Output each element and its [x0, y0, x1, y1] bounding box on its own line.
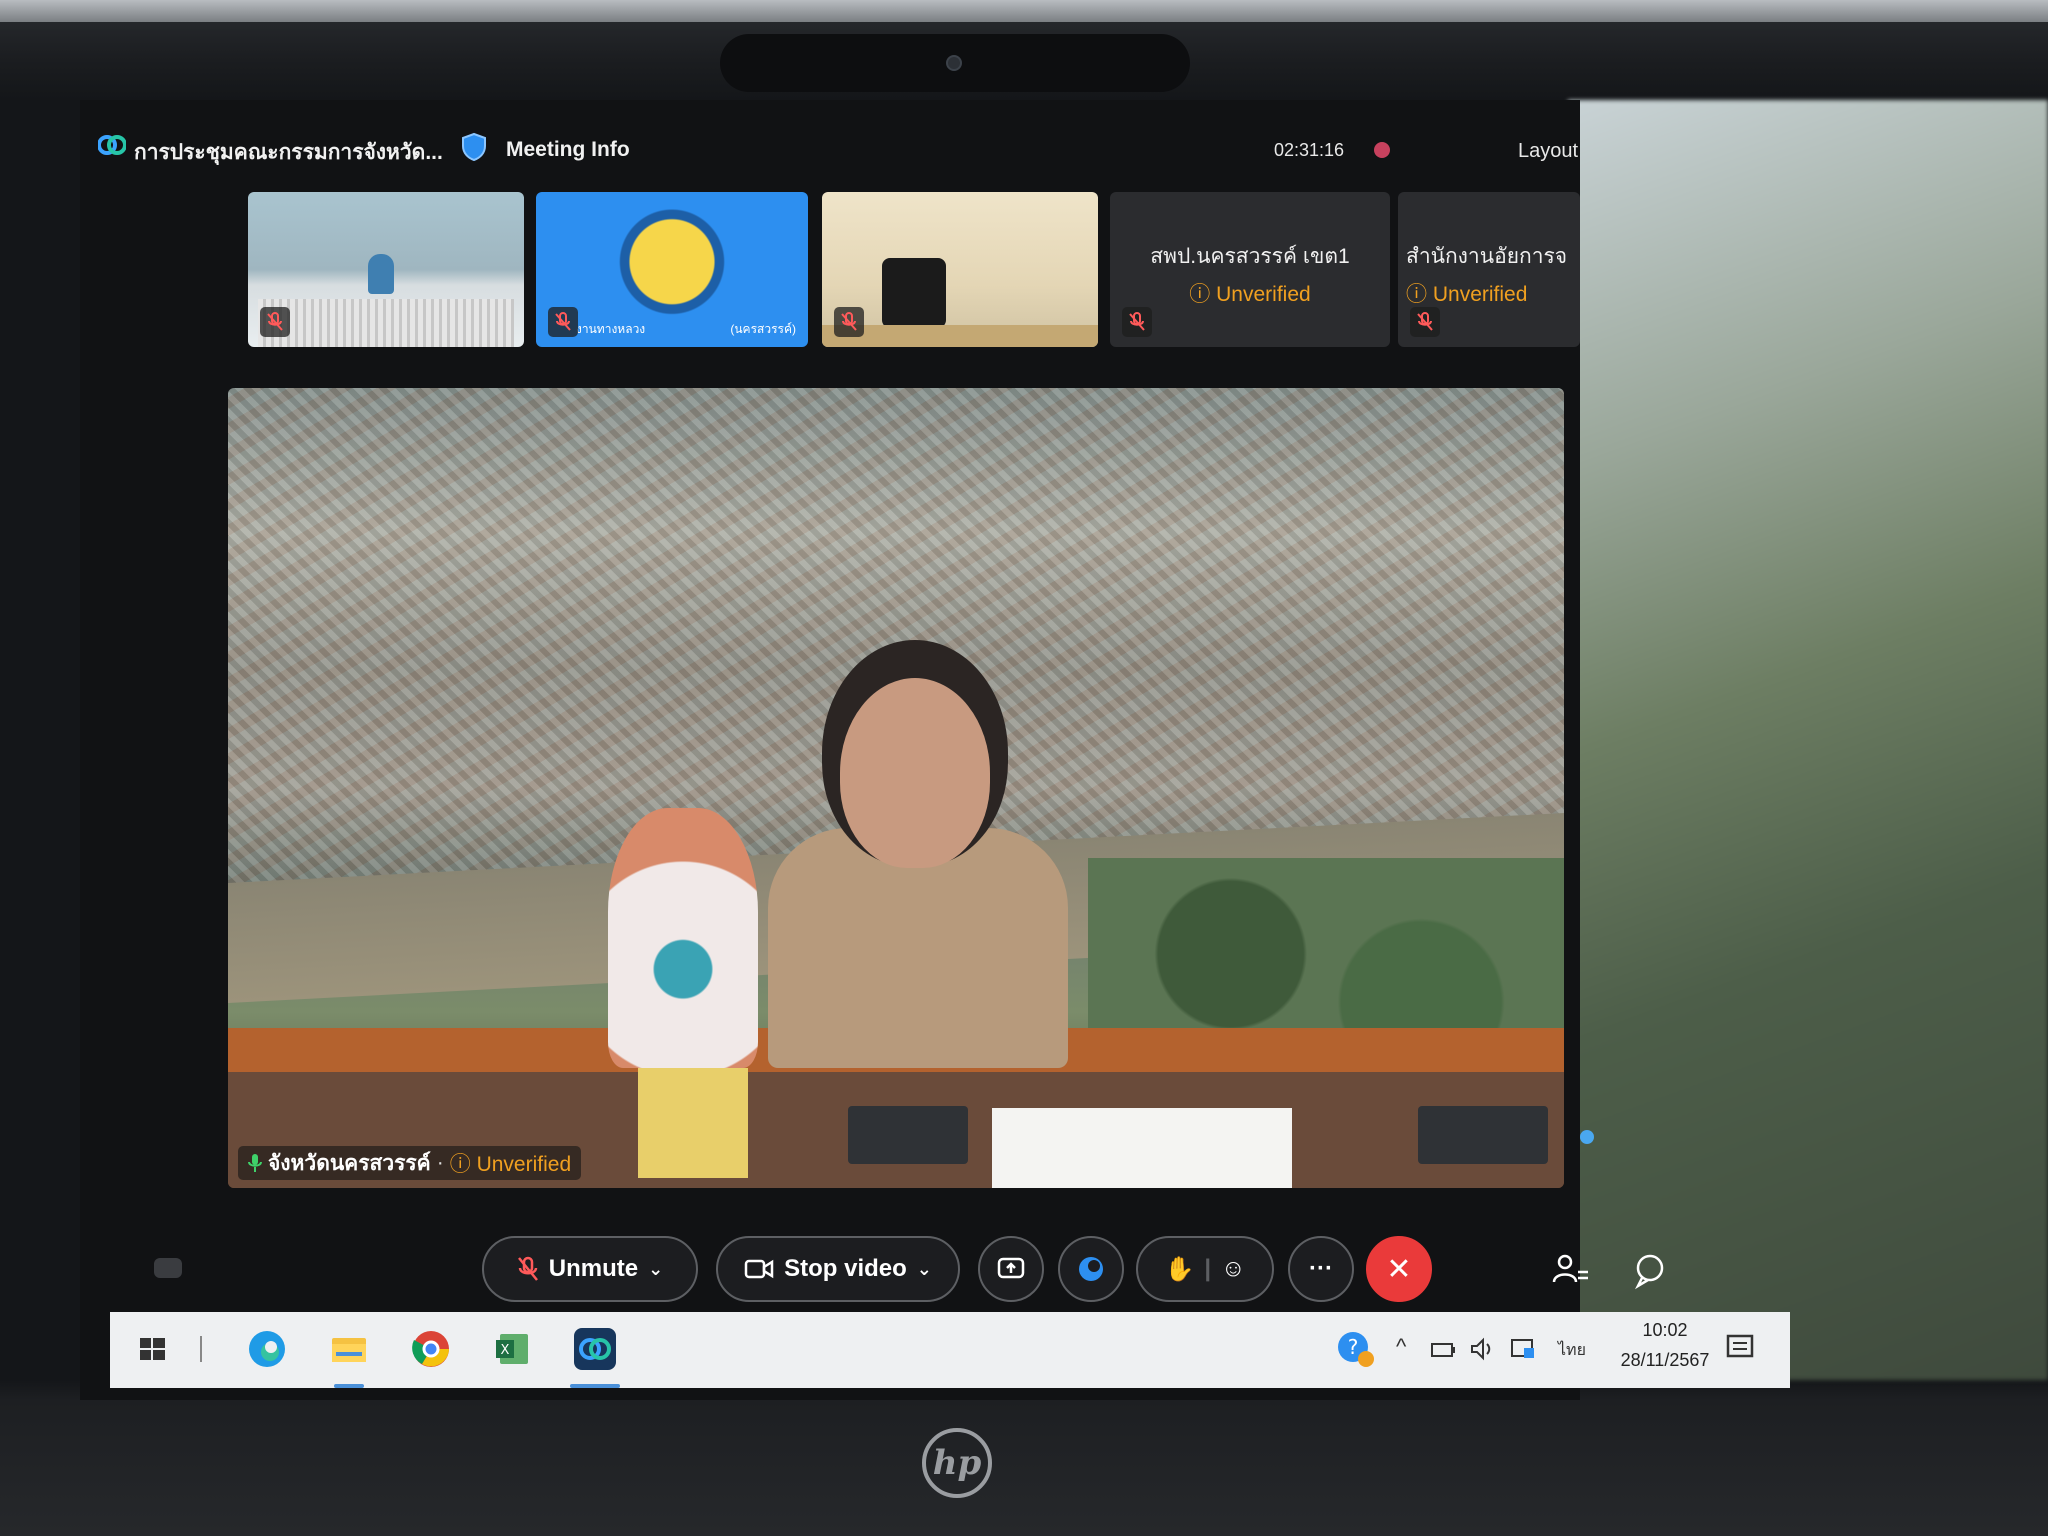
ai-assistant-button[interactable] [1058, 1236, 1124, 1302]
muted-mic-icon [548, 307, 578, 337]
svg-text:X: X [501, 1343, 510, 1358]
chevron-up-icon[interactable]: ^ [1396, 1334, 1406, 1360]
microphone-base [848, 1106, 968, 1164]
emblem-stand [638, 1068, 748, 1178]
layout-button[interactable]: Layout [1518, 140, 1578, 163]
video-camera-icon [744, 1259, 774, 1279]
unverified-status: ⓘ Unverified [449, 1153, 572, 1176]
participant-thumbnail[interactable]: งานทางหลวง (นครสวรรค์) [536, 192, 808, 347]
participant-name: สำนักงานอัยการจ [1406, 245, 1568, 268]
unmute-label: Unmute [548, 1255, 639, 1282]
stop-video-label: Stop video [784, 1255, 907, 1282]
raise-hand-icon[interactable]: ✋ [1164, 1255, 1194, 1284]
stop-video-button[interactable]: Stop video ⌄ [716, 1236, 960, 1302]
background-window-view [1568, 100, 2048, 1380]
network-icon[interactable] [1508, 1334, 1538, 1364]
muted-mic-icon [260, 307, 290, 337]
participant-thumbnail[interactable]: สำนักงานอัยการจ ⓘ Unverified [1398, 192, 1580, 347]
close-icon: ✕ [1386, 1252, 1412, 1286]
participants-icon[interactable] [1550, 1250, 1590, 1290]
unverified-status: ⓘ Unverified [1189, 283, 1311, 306]
meeting-title[interactable]: การประชุมคณะกรรมการจังหวัด... [134, 136, 443, 169]
excel-icon[interactable]: X [490, 1326, 536, 1372]
emoji-reaction-icon[interactable]: ☺ [1221, 1255, 1246, 1283]
unverified-status: ⓘ Unverified [1406, 283, 1528, 306]
chat-icon[interactable] [1630, 1250, 1670, 1290]
speaker-head [840, 678, 990, 868]
active-speaker-name: จังหวัดนครสวรรค์ [268, 1151, 431, 1175]
chat-bubble-outline-icon [1634, 1254, 1664, 1290]
document-on-desk [992, 1108, 1292, 1188]
unverified-label: Unverified [476, 1153, 572, 1176]
webex-icon[interactable] [572, 1326, 618, 1372]
laptop-lid-edge [0, 0, 2048, 22]
microphone-base [1418, 1106, 1548, 1164]
participant-name: สพป.นครสวรรค์ เขต1 [1150, 245, 1350, 268]
thumbnail-caption: งานทางหลวง [576, 322, 646, 336]
chrome-icon[interactable] [408, 1326, 454, 1372]
unmute-button[interactable]: Unmute ⌄ [482, 1236, 698, 1302]
start-icon[interactable] [130, 1326, 176, 1372]
webcam-lens-icon [946, 55, 962, 71]
recording-indicator-icon [1374, 142, 1390, 158]
webex-logo-icon [98, 135, 126, 155]
clock-time[interactable]: 10:02 [1610, 1320, 1720, 1341]
share-screen-icon [997, 1257, 1025, 1279]
conference-table [258, 299, 514, 347]
active-speaker-video[interactable]: จังหวัดนครสวรรค์ · ⓘ Unverified [228, 388, 1564, 1188]
mic-active-icon [248, 1154, 262, 1172]
reactions-button[interactable]: ✋ | ☺ [1136, 1236, 1274, 1302]
meeting-control-bar: Unmute ⌄ Stop video ⌄ ✋ | ☺ ··· ✕ [80, 1236, 1664, 1306]
unverified-label: Unverified [1432, 283, 1528, 306]
active-app-indicator [334, 1384, 364, 1388]
screen: การประชุมคณะกรรมการจังหวัด... Meeting In… [80, 100, 1664, 1400]
shield-icon [462, 132, 486, 162]
notifications-icon[interactable] [1722, 1330, 1758, 1366]
input-language[interactable]: ไทย [1558, 1338, 1586, 1363]
more-options-button[interactable]: ··· [1288, 1236, 1354, 1302]
chat-bubble-icon[interactable] [148, 1250, 188, 1290]
muted-mic-icon [517, 1256, 538, 1281]
participant-thumbnail[interactable] [822, 192, 1098, 347]
royal-emblem [608, 808, 758, 1068]
taskbar-divider [200, 1336, 202, 1362]
unverified-label: Unverified [1216, 283, 1311, 306]
participant-thumbnail[interactable]: สพป.นครสวรรค์ เขต1 ⓘ Unverified [1110, 192, 1390, 347]
ai-assistant-icon [1079, 1257, 1103, 1281]
label-separator: · [436, 1151, 444, 1174]
notification-badge-icon [1580, 1130, 1594, 1144]
edge-icon[interactable] [244, 1326, 290, 1372]
end-call-button[interactable]: ✕ [1366, 1236, 1432, 1302]
chevron-down-icon: ⌄ [916, 1258, 932, 1279]
share-content-button[interactable] [978, 1236, 1044, 1302]
meeting-timer: 02:31:16 [1274, 140, 1345, 160]
svg-text:?: ? [1348, 1335, 1359, 1359]
clock-date[interactable]: 28/11/2567 [1600, 1350, 1730, 1371]
active-speaker-label: จังหวัดนครสวรรค์ · ⓘ Unverified [238, 1146, 582, 1180]
participant-figure [368, 254, 394, 294]
help-icon[interactable]: ? [1332, 1326, 1378, 1372]
file-explorer-icon[interactable] [326, 1326, 372, 1372]
thumbnail-caption: (นครสวรรค์) [730, 322, 796, 336]
office-chair [882, 258, 946, 328]
muted-mic-icon [1122, 307, 1152, 337]
active-app-indicator [570, 1384, 620, 1388]
participant-thumbnail[interactable] [248, 192, 524, 347]
muted-mic-icon [834, 307, 864, 337]
hp-logo: hp [922, 1428, 992, 1498]
volume-icon[interactable] [1468, 1334, 1498, 1364]
muted-mic-icon [1410, 307, 1440, 337]
meeting-top-bar: การประชุมคณะกรรมการจังหวัด... Meeting In… [80, 100, 1580, 180]
more-options-label: ··· [1309, 1255, 1333, 1282]
meeting-info-button[interactable]: Meeting Info [506, 138, 630, 162]
battery-icon[interactable] [1428, 1334, 1458, 1364]
windows-taskbar: X ? ^ ไทย 10:02 28/11/2567 [110, 1312, 1790, 1388]
webcam-housing [720, 34, 1190, 92]
chevron-down-icon: ⌄ [648, 1258, 664, 1279]
